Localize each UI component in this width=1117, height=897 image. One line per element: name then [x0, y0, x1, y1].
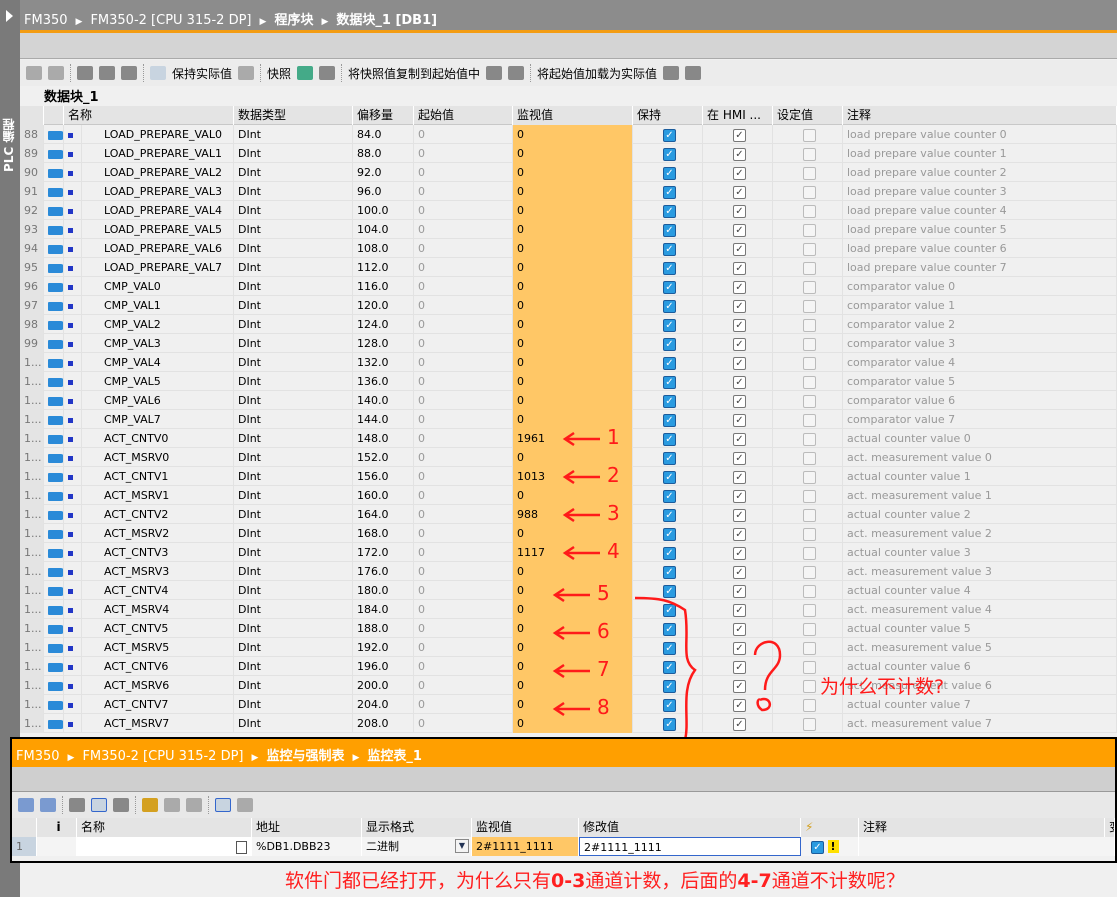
chevron-down-icon[interactable]: ▼ — [455, 839, 469, 853]
col-comment[interactable]: 注释 — [859, 818, 1105, 837]
side-question-annotation: 为什么不计数? — [820, 676, 945, 698]
number-annotation: 4 — [607, 539, 620, 563]
breadcrumb-item[interactable]: FM350-2 [CPU 315-2 DP] — [82, 749, 243, 764]
number-annotation: 5 — [597, 581, 610, 605]
col-info[interactable]: i — [37, 818, 77, 837]
insert-row-icon[interactable] — [18, 798, 34, 812]
number-annotation: 7 — [597, 657, 610, 681]
add-row-icon[interactable] — [40, 798, 56, 812]
modify-value-input[interactable]: 2#1111_1111 — [579, 837, 801, 856]
question-mark-annotation — [753, 640, 782, 712]
tag-browse-icon[interactable] — [236, 840, 247, 854]
modify-checkbox[interactable]: ✓ — [811, 840, 824, 854]
col-name[interactable]: 名称 — [77, 818, 252, 837]
warning-icon: ! — [827, 840, 839, 853]
modify-trigger-icon[interactable] — [113, 798, 129, 812]
number-annotation: 6 — [597, 619, 610, 643]
format-select[interactable]: 二进制 ▼ — [362, 837, 472, 856]
arrow-annotation — [562, 431, 600, 447]
modify-once-icon[interactable] — [142, 798, 158, 812]
address-field[interactable]: %DB1.DBB23 — [252, 837, 362, 856]
watch-breadcrumb: FM350 ▶ FM350-2 [CPU 315-2 DP] ▶ 监控与强制表 ▶ 监控表_… — [12, 739, 1115, 767]
arrow-annotation — [552, 663, 590, 679]
monitor-value: 2#1111_1111 — [472, 837, 579, 856]
watch-toolbar — [12, 792, 1115, 818]
question-annotation: 软件门都已经打开，为什么只有0-3通道计数，后面的4-7通道不计数呢？ — [285, 870, 905, 892]
col-monitor[interactable]: 监视值 — [472, 818, 579, 837]
col-modify-flag[interactable]: ⚡ — [801, 818, 859, 837]
breadcrumb-item[interactable]: FM350 — [16, 749, 60, 764]
watch-table-panel: FM350 ▶ FM350-2 [CPU 315-2 DP] ▶ 监控与强制表 ▶ 监控表_… — [10, 737, 1117, 863]
force-icon[interactable] — [186, 798, 202, 812]
number-annotation: 8 — [597, 695, 610, 719]
brace-annotation — [634, 596, 697, 745]
arrow-annotation — [562, 469, 600, 485]
modify-timer-icon[interactable] — [164, 798, 180, 812]
breadcrumb-item[interactable]: 监控表_1 — [367, 749, 422, 764]
col-modify[interactable]: 修改值 — [579, 818, 801, 837]
watch-table-header: i 名称 地址 显示格式 监视值 修改值 ⚡ 注释 变 — [12, 818, 1115, 837]
comment-field[interactable] — [859, 837, 1115, 856]
monitor-once-icon[interactable] — [237, 798, 253, 812]
number-annotation: 2 — [607, 463, 620, 487]
arrow-annotation — [562, 545, 600, 561]
col-address[interactable]: 地址 — [252, 818, 362, 837]
breadcrumb-item[interactable]: 监控与强制表 — [266, 749, 344, 764]
number-annotation: 1 — [607, 425, 620, 449]
arrow-annotation — [552, 701, 590, 717]
col-more[interactable]: 变 — [1105, 818, 1115, 837]
row-number: 1 — [12, 837, 37, 856]
display-format-icon[interactable] — [69, 798, 85, 812]
watch-row: 1 %DB1.DBB23 二进制 ▼ 2#1111_1111 2#1111_111… — [12, 837, 1115, 856]
arrow-annotation — [552, 587, 590, 603]
arrow-annotation — [552, 625, 590, 641]
number-annotation: 3 — [607, 501, 620, 525]
arrow-annotation — [562, 507, 600, 523]
watch-header-band — [12, 767, 1115, 792]
col-format[interactable]: 显示格式 — [362, 818, 472, 837]
modify-now-icon[interactable] — [91, 798, 107, 812]
name-field[interactable] — [77, 837, 252, 856]
monitor-all-icon[interactable] — [215, 798, 231, 812]
